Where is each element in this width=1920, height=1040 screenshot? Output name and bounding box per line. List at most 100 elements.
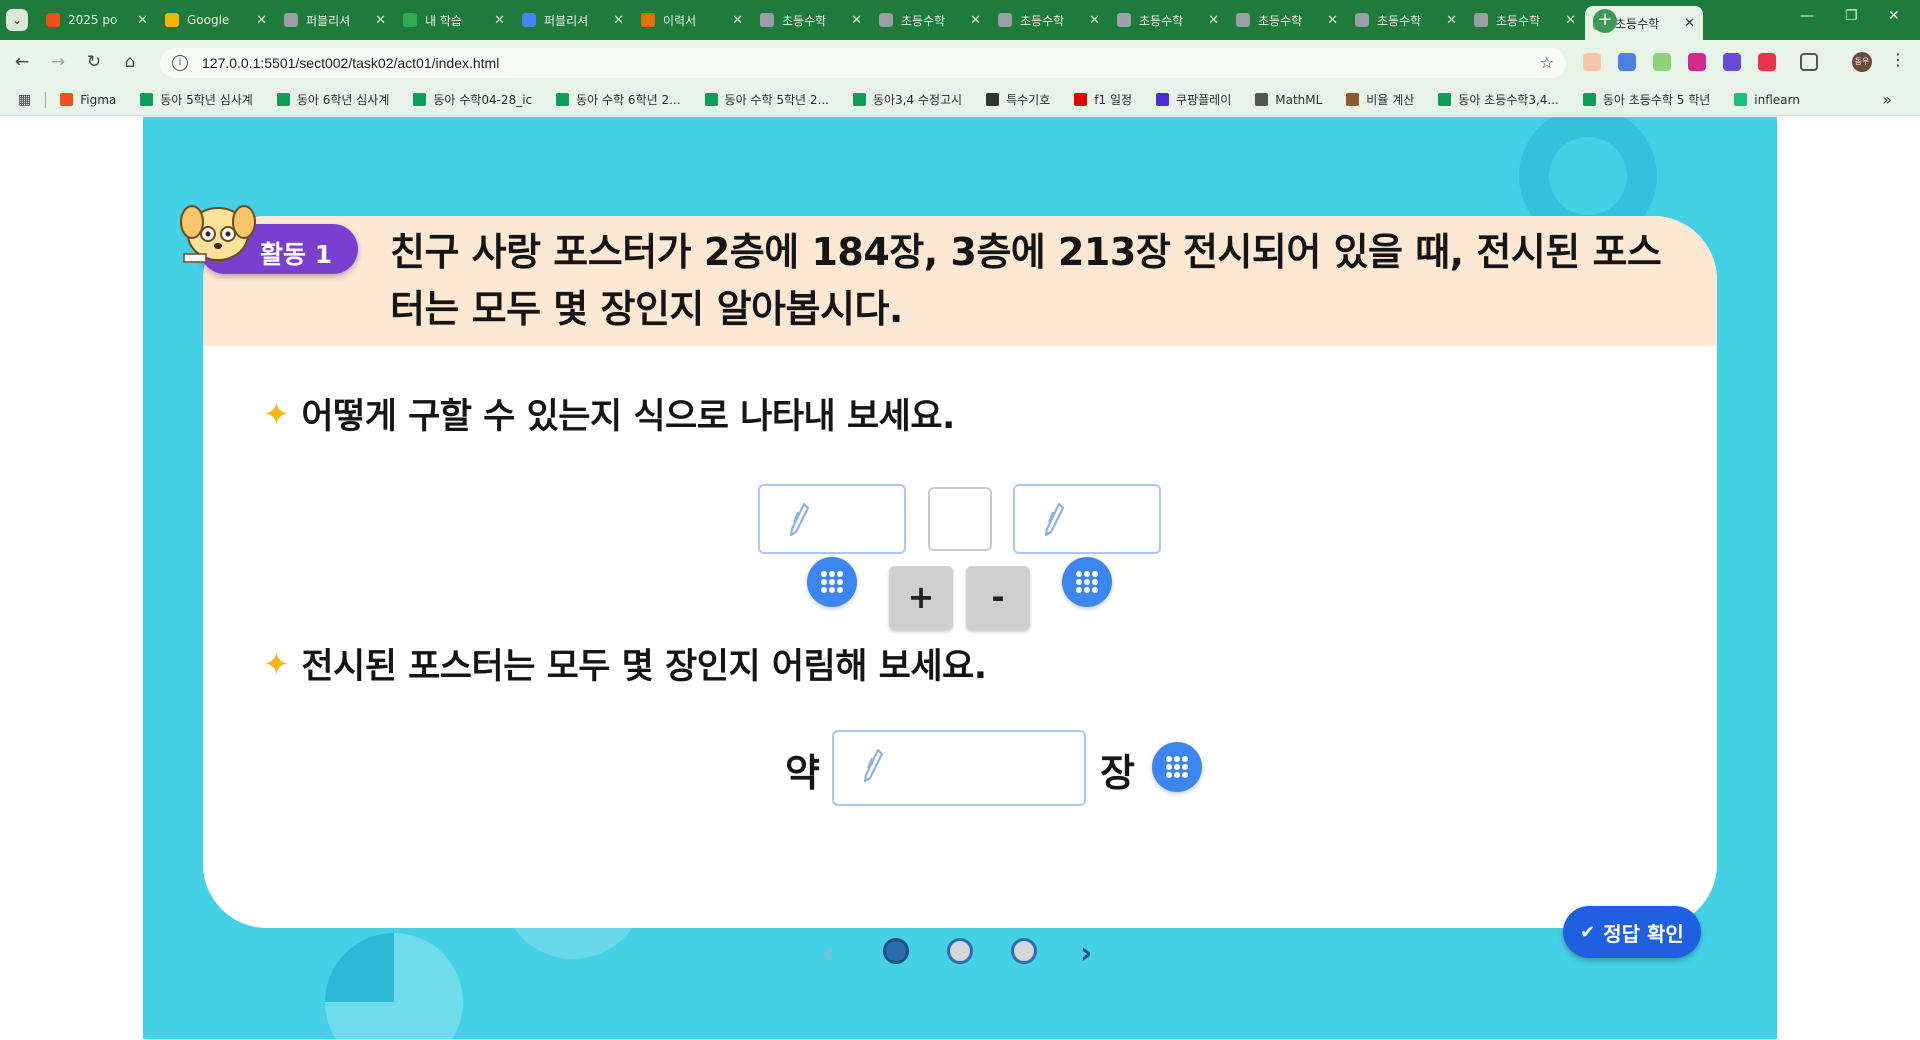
new-tab-button[interactable]: + [1593, 9, 1617, 33]
bookmark-item[interactable]: 동아 초등수학3,4... [1438, 91, 1559, 108]
browser-tab[interactable]: 퍼블리셔 ✕ [514, 6, 632, 34]
tab-close-icon[interactable]: ✕ [1446, 13, 1457, 28]
tab-close-icon[interactable]: ✕ [375, 13, 386, 28]
address-bar[interactable]: i 127.0.0.1:5501/sect002/task02/act01/in… [160, 48, 1566, 78]
browser-tab[interactable]: 초등수학 ✕ [990, 6, 1108, 34]
bookmark-item[interactable]: 동아 수학 6학년 2... [556, 91, 681, 108]
bookmark-label: 특수기호 [1006, 93, 1051, 107]
browser-tab[interactable]: 2025 po ✕ [38, 6, 156, 34]
bookmark-item[interactable]: 동아 수학04-28_ic [413, 91, 532, 108]
bookmark-item[interactable]: 쿠팡플레이 [1156, 91, 1231, 108]
next-page-icon[interactable]: › [1080, 936, 1092, 971]
extension-icon[interactable] [1688, 53, 1706, 71]
tab-search-button[interactable]: ⌄ [6, 9, 28, 31]
close-window-icon[interactable]: ✕ [1888, 8, 1900, 24]
apps-grid-icon[interactable]: ▦ [18, 92, 31, 108]
bookmark-favicon-icon [413, 93, 427, 106]
tab-title: 초등수학 [1258, 13, 1303, 28]
tab-close-icon[interactable]: ✕ [1684, 16, 1695, 31]
extension-icon[interactable] [1618, 53, 1636, 71]
prev-page-icon[interactable]: ‹ [822, 936, 834, 971]
tab-close-icon[interactable]: ✕ [137, 13, 148, 28]
page-dot-3[interactable] [1011, 938, 1037, 964]
bookmark-favicon-icon [1734, 93, 1748, 106]
bookmark-label: 비율 계산 [1366, 93, 1415, 107]
extension-icon[interactable] [1583, 53, 1601, 71]
check-answer-label: 정답 확인 [1603, 921, 1684, 946]
forward-icon[interactable]: → [46, 50, 70, 74]
tab-title: 초등수학 [901, 13, 946, 28]
operator-answer-box[interactable] [928, 487, 992, 551]
browser-tab[interactable]: 초등수학 ✕ [1466, 6, 1584, 34]
browser-tab[interactable]: 초등수학 ✕ [1109, 6, 1227, 34]
bookmarks-overflow-icon[interactable]: » [1882, 90, 1892, 109]
expression-input-left[interactable] [758, 484, 906, 554]
bookmark-item[interactable]: f1 일정 [1074, 91, 1132, 108]
decorative-quarter [325, 933, 394, 1002]
tab-favicon-icon [879, 13, 893, 27]
bookmark-item[interactable]: 동아 수학 5학년 2... [704, 91, 829, 108]
tab-title: 초등수학 [782, 13, 827, 28]
estimate-input[interactable] [832, 730, 1086, 806]
browser-tab[interactable]: 초등수학 ✕ [871, 6, 989, 34]
tab-close-icon[interactable]: ✕ [851, 13, 862, 28]
keypad-button-estimate[interactable] [1152, 742, 1202, 792]
tab-close-icon[interactable]: ✕ [613, 13, 624, 28]
bookmark-item[interactable]: 동아 6학년 심사계 [276, 91, 389, 108]
browser-tab[interactable]: 초등수학 ✕ [1228, 6, 1346, 34]
bookmark-item[interactable]: 동아 초등수학 5 학년 [1582, 91, 1710, 108]
bookmark-item[interactable]: 특수기호 [986, 91, 1050, 108]
plus-button[interactable]: + [889, 566, 953, 630]
browser-tab[interactable]: 초등수학 ✕ [752, 6, 870, 34]
tab-close-icon[interactable]: ✕ [256, 13, 267, 28]
page-dot-1[interactable] [883, 938, 909, 964]
tab-close-icon[interactable]: ✕ [1208, 13, 1219, 28]
keypad-button-right[interactable] [1062, 557, 1112, 607]
extension-icon[interactable] [1653, 53, 1671, 71]
site-info-icon[interactable]: i [172, 55, 188, 71]
url-text[interactable]: 127.0.0.1:5501/sect002/task02/act01/inde… [202, 55, 499, 71]
tab-close-icon[interactable]: ✕ [970, 13, 981, 28]
browser-tab[interactable]: 이력서 ✕ [633, 6, 751, 34]
expression-input-right[interactable] [1013, 484, 1161, 554]
extensions-puzzle-icon[interactable] [1800, 53, 1818, 71]
page-dot-2[interactable] [947, 938, 973, 964]
browser-tab[interactable]: 초등수학 ✕ [1347, 6, 1465, 34]
tab-close-icon[interactable]: ✕ [494, 13, 505, 28]
tab-close-icon[interactable]: ✕ [1327, 13, 1338, 28]
question-text: 친구 사랑 포스터가 2층에 184장, 3층에 213장 전시되어 있을 때,… [390, 230, 1662, 331]
bookmark-item[interactable]: MathML [1255, 93, 1322, 107]
tab-close-icon[interactable]: ✕ [1089, 13, 1100, 28]
bookmark-item[interactable]: inflearn [1734, 93, 1800, 107]
minus-button[interactable]: - [966, 566, 1030, 630]
bookmark-item[interactable]: 동아 5학년 심사계 [140, 91, 253, 108]
tab-favicon-icon [284, 13, 298, 27]
extension-icon[interactable] [1723, 53, 1741, 71]
tab-favicon-icon [403, 13, 417, 27]
tab-favicon-icon [1355, 13, 1369, 27]
bookmark-item[interactable]: 동아3,4 수정고시 [852, 91, 962, 108]
tab-close-icon[interactable]: ✕ [1565, 13, 1576, 28]
browser-menu-icon[interactable]: ⋮ [1890, 50, 1906, 69]
tab-title: 초등수학 [1139, 13, 1184, 28]
bookmark-item[interactable]: Figma [60, 93, 116, 107]
checkmark-icon: ✔ [1580, 921, 1596, 943]
reload-icon[interactable]: ↻ [82, 50, 106, 74]
tab-close-icon[interactable]: ✕ [732, 13, 743, 28]
keypad-button-left[interactable] [807, 557, 857, 607]
browser-tab[interactable]: Google ✕ [157, 6, 275, 34]
home-icon[interactable]: ⌂ [118, 50, 142, 74]
bookmark-item[interactable]: 비율 계산 [1346, 91, 1414, 108]
browser-tab[interactable]: 내 학습 ✕ [395, 6, 513, 34]
browser-tab[interactable]: 퍼블리셔 ✕ [276, 6, 394, 34]
tab-favicon-icon [641, 13, 655, 27]
back-icon[interactable]: ← [10, 50, 34, 74]
bookmark-favicon-icon [1346, 93, 1360, 106]
bookmark-star-icon[interactable]: ☆ [1540, 53, 1554, 72]
extension-icon[interactable] [1758, 53, 1776, 71]
tab-title: 퍼블리셔 [544, 13, 589, 28]
check-answer-button[interactable]: ✔ 정답 확인 [1563, 906, 1701, 958]
profile-avatar[interactable]: 동우 [1852, 52, 1872, 72]
minimize-icon[interactable]: — [1800, 8, 1814, 24]
restore-icon[interactable]: ❐ [1845, 8, 1858, 24]
